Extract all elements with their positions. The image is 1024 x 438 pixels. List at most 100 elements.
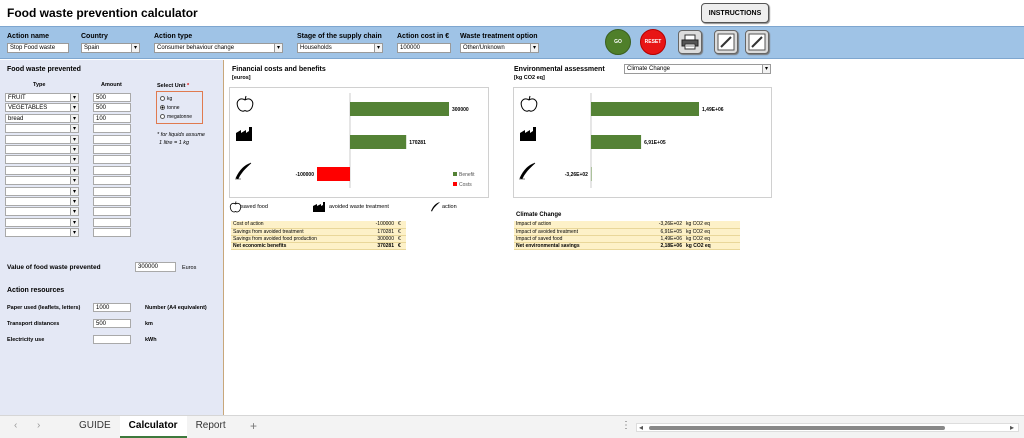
environmental-chart: 1,49E+06 6,91E+05 -3,26E+02 <box>513 87 772 198</box>
food-type-select[interactable] <box>5 124 79 134</box>
food-type-select[interactable] <box>5 217 79 227</box>
country-label: Country <box>81 33 108 40</box>
food-type-select[interactable] <box>5 228 79 238</box>
table-row: Net environmental savings 2,18E+06 kg CO2 … <box>514 242 740 250</box>
paper-label: Paper used (leaflets, letters) <box>7 305 81 311</box>
quill-icon <box>519 162 536 180</box>
food-type-select[interactable]: bread <box>5 113 79 123</box>
country-select[interactable]: Spain <box>81 43 140 53</box>
pencil-icon <box>748 33 766 51</box>
food-amount-input[interactable] <box>93 176 131 186</box>
go-button[interactable]: GO <box>605 29 631 55</box>
scrollbar-thumb[interactable] <box>649 426 945 430</box>
food-amount-input[interactable] <box>93 197 131 206</box>
prev-sheet-icon[interactable]: ‹ <box>14 420 17 431</box>
food-type-select[interactable] <box>5 197 79 206</box>
cost-input[interactable]: 100000 <box>397 43 451 53</box>
table-cell-label: Savings from avoided food production <box>231 235 356 243</box>
food-amount-input[interactable] <box>93 124 131 134</box>
tab-calculator[interactable]: Calculator <box>119 416 187 438</box>
table-row: Savings from avoided treatment 170281 € <box>231 228 406 236</box>
table-cell-unit: kg CO2 eq <box>684 242 740 250</box>
chart-bar <box>591 102 699 116</box>
scroll-left-icon[interactable]: ◂ <box>639 423 643 432</box>
food-type-select[interactable] <box>5 207 79 217</box>
next-sheet-icon[interactable]: › <box>37 420 40 431</box>
food-amount-input[interactable] <box>93 217 131 227</box>
food-amount-input[interactable] <box>93 228 131 238</box>
impact-category-select[interactable]: Climate Change <box>624 64 771 74</box>
food-type-select[interactable] <box>5 145 79 154</box>
edit-button-2[interactable] <box>745 30 769 54</box>
food-amount-input[interactable] <box>93 207 131 217</box>
table-cell-unit: kg CO2 eq <box>684 235 740 243</box>
unit-option-label: kg <box>167 95 173 102</box>
apple-icon <box>520 95 538 112</box>
page-title: Food waste prevention calculator <box>7 6 198 20</box>
food-amount-input[interactable]: 500 <box>93 103 131 113</box>
instructions-button[interactable]: INSTRUCTIONS <box>701 3 769 23</box>
food-type-select[interactable]: FRUIT <box>5 93 79 102</box>
chart-data-label: 300000 <box>452 107 469 113</box>
radio-circle[interactable] <box>160 114 165 119</box>
legend-saved-food: saved food <box>241 204 268 210</box>
food-type-select[interactable] <box>5 155 79 165</box>
add-sheet-button[interactable]: + <box>250 419 257 433</box>
food-amount-input[interactable] <box>93 165 131 175</box>
food-amount-input[interactable] <box>93 155 131 165</box>
paper-input[interactable]: 1000 <box>93 303 131 312</box>
horizontal-scrollbar[interactable]: ◂ ▸ <box>636 423 1019 432</box>
action-name-input[interactable]: Stop Food waste <box>7 43 69 53</box>
tab-report[interactable]: Report <box>187 416 235 438</box>
unit-radio-0[interactable]: kg <box>160 94 202 103</box>
more-options-icon[interactable]: ⋮ <box>621 420 631 431</box>
treatment-label: Waste treatment option <box>460 33 538 40</box>
food-type-select[interactable] <box>5 134 79 144</box>
cost-label: Action cost in € <box>397 33 450 40</box>
legend-action: action <box>442 204 457 210</box>
table-cell-unit: € <box>396 235 406 243</box>
legend-swatch-costs <box>453 182 457 186</box>
electricity-input[interactable] <box>93 335 131 344</box>
table-row: Savings from avoided food production 3000… <box>231 235 406 243</box>
table-cell-label: Impact of saved food <box>514 235 642 243</box>
reset-button[interactable]: RESET <box>640 29 666 55</box>
transport-input[interactable]: 500 <box>93 319 131 328</box>
unit-option-label: tonne <box>167 104 180 111</box>
edit-button-1[interactable] <box>714 30 738 54</box>
food-type-select[interactable] <box>5 186 79 196</box>
food-amount-input[interactable]: 500 <box>93 93 131 102</box>
table-cell-value: 170281 <box>356 228 396 236</box>
food-amount-input[interactable] <box>93 145 131 154</box>
table-cell-unit: € <box>396 242 406 250</box>
action-type-label: Action type <box>154 33 193 40</box>
radio-circle[interactable] <box>160 105 165 110</box>
action-type-select[interactable]: Consumer behaviour change <box>154 43 283 53</box>
unit-radio-1[interactable]: tonne <box>160 103 202 112</box>
food-amount-input[interactable] <box>93 186 131 196</box>
factory-icon <box>236 127 252 141</box>
value-label: Value of food waste prevented <box>7 264 101 271</box>
food-amount-input[interactable] <box>93 134 131 144</box>
food-type-select[interactable] <box>5 176 79 186</box>
food-type-select[interactable] <box>5 165 79 175</box>
food-amount-input[interactable]: 100 <box>93 113 131 123</box>
table-cell-unit: € <box>396 228 406 236</box>
scroll-right-icon[interactable]: ▸ <box>1010 423 1014 432</box>
radio-circle[interactable] <box>160 96 165 101</box>
financial-title: Financial costs and benefits <box>232 66 326 73</box>
food-type-select[interactable]: VEGETABLES <box>5 103 79 113</box>
electricity-unit: kWh <box>145 337 157 343</box>
tab-guide[interactable]: GUIDE <box>70 416 120 438</box>
stage-select[interactable]: Households <box>297 43 383 53</box>
financial-subtitle: [euros] <box>232 75 251 81</box>
icon-legend: saved food avoided waste treatment actio… <box>229 201 489 213</box>
input-toolbar: Action name Stop Food waste Country Spai… <box>0 26 1024 59</box>
treatment-select[interactable]: Other/Unknown <box>460 43 539 53</box>
environmental-subtitle: [kg CO2 eq] <box>514 75 545 81</box>
legend-swatch-benefit <box>453 172 457 176</box>
table-cell-unit: kg CO2 eq <box>684 228 740 236</box>
print-button[interactable] <box>678 30 702 54</box>
factory-icon <box>520 127 536 141</box>
unit-radio-2[interactable]: megatonne <box>160 112 202 121</box>
